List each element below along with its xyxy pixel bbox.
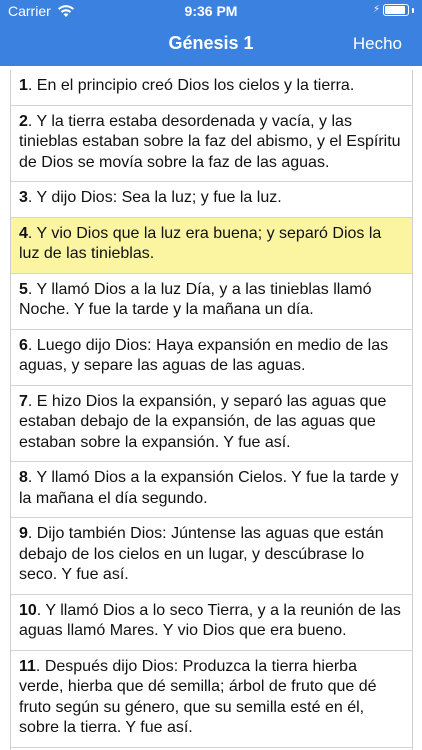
status-time: 9:36 PM	[184, 3, 238, 19]
verse-item[interactable]: 3. Y dijo Dios: Sea la luz; y fue la luz…	[11, 182, 412, 218]
top-bar: Carrier 9:36 PM ⚡ Génesis 1 Hecho	[0, 0, 422, 66]
verse-text: . Y dijo Dios: Sea la luz; y fue la luz.	[27, 189, 282, 206]
battery-tip	[412, 7, 414, 13]
verse-number: 3	[19, 189, 28, 206]
verse-text: . Y la tierra estaba desordenada y vacía…	[19, 112, 401, 171]
verse-number: 5	[19, 280, 28, 298]
verse-item[interactable]: 9. Dijo también Dios: Júntense las aguas…	[11, 518, 412, 595]
verse-text: . Después dijo Dios: Produzca la tierra …	[19, 657, 377, 737]
verse-text: . En el principio creó Dios los cielos y…	[27, 77, 355, 94]
verse-item[interactable]: 5. Y llamó Dios a la luz Día, y a las ti…	[11, 274, 412, 330]
verse-item[interactable]: 8. Y llamó Dios a la expansión Cielos. Y…	[11, 462, 412, 518]
verse-text: . E hizo Dios la expansión, y separó las…	[19, 392, 387, 451]
verse-item-highlighted[interactable]: 4. Y vio Dios que la luz era buena; y se…	[11, 217, 412, 274]
verse-text: . Y llamó Dios a la expansión Cielos. Y …	[19, 469, 399, 507]
verse-item[interactable]: 1. En el principio creó Dios los cielos …	[11, 70, 412, 106]
verse-number: 10	[19, 601, 37, 619]
verse-item[interactable]: 6. Luego dijo Dios: Haya expansión en me…	[11, 330, 412, 386]
verse-number: 1	[19, 77, 28, 94]
verse-number: 9	[19, 525, 28, 542]
done-button[interactable]: Hecho	[353, 34, 402, 54]
verse-item[interactable]: 2. Y la tierra estaba desordenada y vací…	[11, 106, 412, 182]
verse-text: . Dijo también Dios: Júntense las aguas …	[19, 525, 384, 583]
charging-bolt-icon: ⚡	[372, 4, 380, 15]
status-bar: Carrier 9:36 PM ⚡	[0, 0, 422, 22]
verse-item[interactable]: 10. Y llamó Dios a lo seco Tierra, y a l…	[11, 595, 412, 651]
verse-item[interactable]: 11. Después dijo Dios: Produzca la tierr…	[11, 651, 412, 748]
verse-number: 4	[19, 224, 28, 242]
verse-text: . Y llamó Dios a lo seco Tierra, y a la …	[19, 601, 401, 640]
verse-text: . Luego dijo Dios: Haya expansión en med…	[19, 336, 389, 375]
verse-text: . Y vio Dios que la luz era buena; y sep…	[19, 224, 382, 263]
verse-text: . Y llamó Dios a la luz Día, y a las tin…	[19, 280, 372, 319]
verse-list[interactable]: 1. En el principio creó Dios los cielos …	[10, 70, 413, 750]
verse-number: 7	[19, 392, 28, 410]
verse-number: 2	[19, 112, 28, 130]
battery-icon	[383, 4, 409, 16]
verse-number: 6	[19, 336, 28, 354]
verse-item[interactable]: 7. E hizo Dios la expansión, y separó la…	[11, 386, 412, 462]
verse-number: 8	[19, 469, 28, 486]
battery-group: ⚡	[373, 4, 414, 16]
navigation-bar: Génesis 1 Hecho	[0, 22, 422, 66]
verse-number: 11	[19, 657, 36, 675]
